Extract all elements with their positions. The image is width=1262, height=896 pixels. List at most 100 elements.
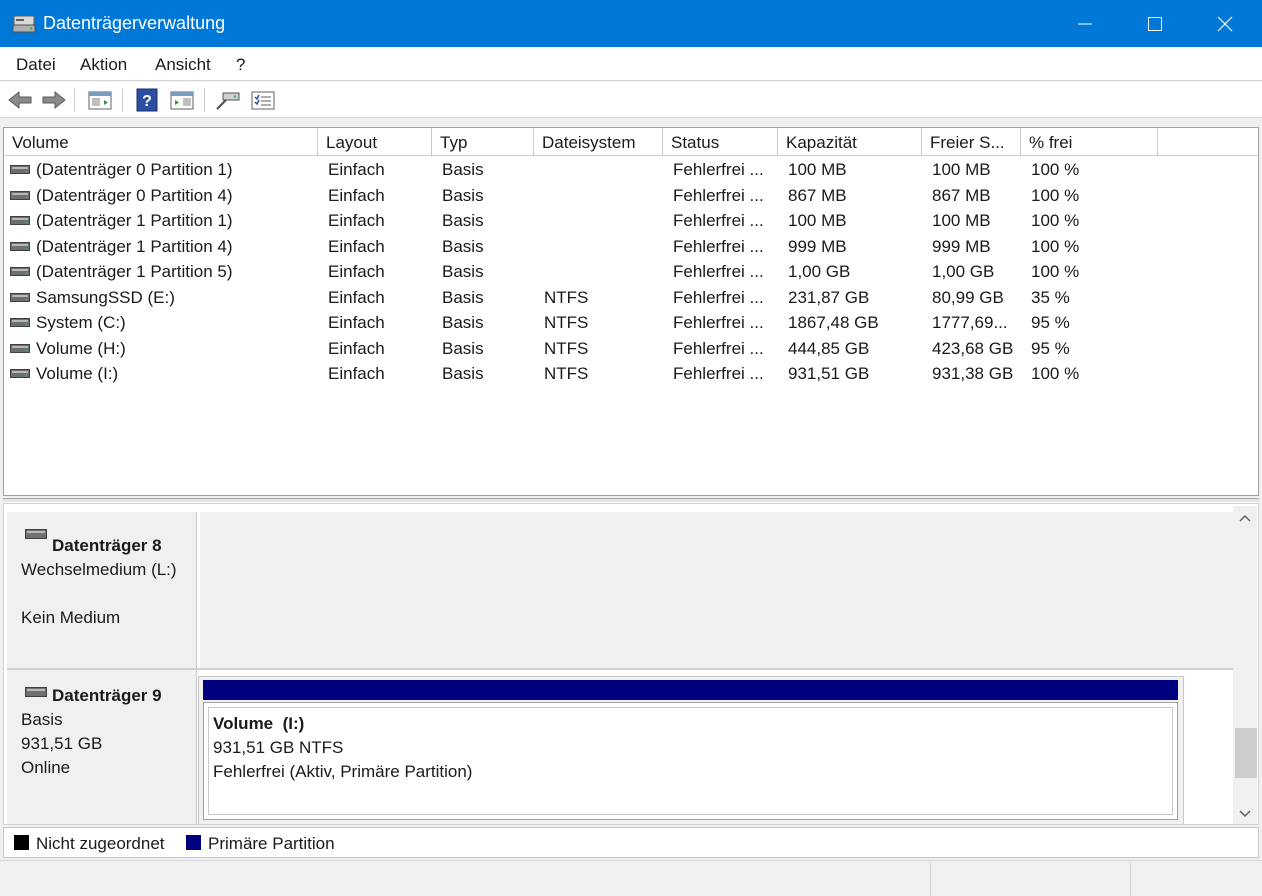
menu-aktion[interactable]: Aktion — [80, 55, 127, 75]
toolbar-separator — [74, 88, 75, 112]
cell-prozent-frei: 95 % — [1031, 313, 1070, 332]
volume-icon — [10, 369, 30, 378]
cell-volume: (Datenträger 0 Partition 1) — [36, 160, 233, 179]
cell-prozent-frei: 35 % — [1031, 287, 1070, 307]
table-row[interactable]: Volume (H:) Einfach Basis NTFS Fehlerfrei ..… — [4, 336, 1258, 362]
table-row[interactable]: (Datenträger 0 Partition 4) Einfach Basis F… — [4, 183, 1258, 209]
cell-freier-speicher: 1777,69... — [932, 313, 1008, 332]
column-volume[interactable]: Volume — [4, 128, 318, 156]
cell-typ: Basis — [442, 262, 484, 281]
cell-volume: (Datenträger 0 Partition 4) — [36, 185, 233, 205]
scroll-thumb[interactable] — [1235, 728, 1257, 778]
maximize-button[interactable] — [1120, 0, 1190, 47]
cell-layout: Einfach — [328, 185, 385, 205]
cell-typ: Basis — [442, 313, 484, 332]
cell-volume: SamsungSSD (E:) — [36, 287, 175, 307]
cell-kapazitaet: 231,87 GB — [788, 287, 870, 307]
volume-list: Volume Layout Typ Dateisystem Status Kap… — [3, 127, 1259, 496]
cell-typ: Basis — [442, 338, 484, 358]
volume-icon — [10, 318, 30, 327]
cell-freier-speicher: 867 MB — [932, 185, 991, 205]
menu-datei[interactable]: Datei — [16, 55, 56, 75]
disk-8-area — [200, 512, 1233, 668]
table-row[interactable]: SamsungSSD (E:) Einfach Basis NTFS Fehlerfre… — [4, 285, 1258, 311]
chevron-up-icon — [1239, 514, 1251, 522]
disk-graphical-pane: Datenträger 8 Wechselmedium (L:) Kein Me… — [3, 503, 1259, 825]
window-title: Datenträgerverwaltung — [43, 13, 226, 33]
table-row[interactable]: (Datenträger 1 Partition 4) Einfach Basis F… — [4, 234, 1258, 260]
column-layout[interactable]: Layout — [318, 128, 432, 156]
volume-i-partition[interactable]: Volume (I:) 931,51 GB NTFS Fehlerfrei (A… — [203, 702, 1178, 820]
legend-label-unallocated: Nicht zugeordnet — [36, 834, 165, 853]
volume-icon — [10, 267, 30, 276]
back-button[interactable] — [6, 87, 34, 113]
status-bar — [0, 860, 1262, 896]
cell-status: Fehlerfrei ... — [673, 313, 764, 332]
cell-freier-speicher: 100 MB — [932, 211, 991, 230]
cell-status: Fehlerfrei ... — [673, 262, 764, 281]
status-separator — [1130, 863, 1131, 896]
column-header: Volume Layout Typ Dateisystem Status Kap… — [4, 128, 1258, 156]
title-bar: Datenträgerverwaltung — [0, 0, 1262, 47]
cell-prozent-frei: 100 % — [1031, 185, 1080, 205]
minimize-button[interactable] — [1050, 0, 1120, 47]
properties-pane-button[interactable] — [86, 87, 114, 113]
help-button[interactable]: ? — [133, 87, 161, 113]
toolbar-separator — [122, 88, 123, 112]
menu-ansicht[interactable]: Ansicht — [155, 55, 211, 75]
cell-status: Fehlerfrei ... — [673, 338, 764, 358]
cell-layout: Einfach — [328, 338, 385, 358]
close-button[interactable] — [1190, 0, 1260, 47]
disk-9-size: 931,51 GB — [21, 734, 103, 753]
scroll-down-button[interactable] — [1233, 802, 1257, 824]
volume-i-title: Volume (I:) — [213, 714, 305, 733]
cell-dateisystem: NTFS — [544, 287, 589, 307]
properties-pane-icon — [88, 91, 112, 110]
cell-dateisystem — [544, 208, 669, 234]
cell-kapazitaet: 1,00 GB — [788, 262, 851, 281]
cell-freier-speicher: 423,68 GB — [932, 338, 1014, 358]
forward-arrow-icon — [42, 90, 66, 110]
cell-status: Fehlerfrei ... — [673, 211, 764, 230]
toolbar: ? — [0, 82, 1262, 118]
forward-button[interactable] — [40, 87, 68, 113]
cell-prozent-frei: 100 % — [1031, 262, 1080, 281]
cell-prozent-frei: 100 % — [1031, 211, 1080, 230]
help-icon: ? — [136, 88, 158, 112]
back-arrow-icon — [8, 90, 32, 110]
disk-pane-scrollbar[interactable] — [1233, 506, 1257, 824]
menu-help[interactable]: ? — [236, 55, 245, 75]
volume-icon — [10, 165, 30, 174]
volume-icon — [10, 292, 30, 302]
cell-kapazitaet: 867 MB — [788, 185, 847, 205]
cell-prozent-frei: 100 % — [1031, 236, 1080, 256]
cell-freier-speicher: 1,00 GB — [932, 262, 995, 281]
show-pane-button[interactable] — [168, 87, 196, 113]
connect-icon — [216, 92, 240, 110]
checklist-button[interactable] — [249, 87, 277, 113]
cell-status: Fehlerfrei ... — [673, 160, 764, 179]
table-row[interactable]: Volume (I:) Einfach Basis NTFS Fehlerfrei ..… — [4, 361, 1258, 387]
volume-i-inner: Volume (I:) 931,51 GB NTFS Fehlerfrei (A… — [208, 707, 1173, 815]
column-freier-speicher[interactable]: Freier S... — [922, 128, 1021, 156]
column-kapazitaet[interactable]: Kapazität — [778, 128, 922, 156]
cell-dateisystem — [544, 157, 669, 183]
svg-text:?: ? — [142, 93, 152, 110]
column-dateisystem[interactable]: Dateisystem — [534, 128, 663, 156]
scroll-up-button[interactable] — [1233, 506, 1257, 530]
disk-9-label[interactable]: Datenträger 9 Basis 931,51 GB Online — [7, 670, 197, 824]
cell-prozent-frei: 100 % — [1031, 364, 1080, 383]
cell-kapazitaet: 999 MB — [788, 236, 847, 256]
table-row[interactable]: (Datenträger 1 Partition 1) Einfach Basis F… — [4, 208, 1258, 234]
cell-kapazitaet: 444,85 GB — [788, 338, 870, 358]
column-status[interactable]: Status — [663, 128, 778, 156]
connect-button[interactable] — [214, 87, 242, 113]
disk-8-label[interactable]: Datenträger 8 Wechselmedium (L:) Kein Me… — [7, 512, 197, 668]
cell-kapazitaet: 931,51 GB — [788, 364, 870, 383]
table-row[interactable]: (Datenträger 1 Partition 5) Einfach Basis F… — [4, 259, 1258, 285]
table-row[interactable]: (Datenträger 0 Partition 1) Einfach Basis F… — [4, 157, 1258, 183]
disk-9-name: Datenträger 9 — [52, 686, 162, 705]
table-row[interactable]: System (C:) Einfach Basis NTFS Fehlerfrei ..… — [4, 310, 1258, 336]
column-typ[interactable]: Typ — [432, 128, 534, 156]
column-prozent-frei[interactable]: % frei — [1021, 128, 1158, 156]
